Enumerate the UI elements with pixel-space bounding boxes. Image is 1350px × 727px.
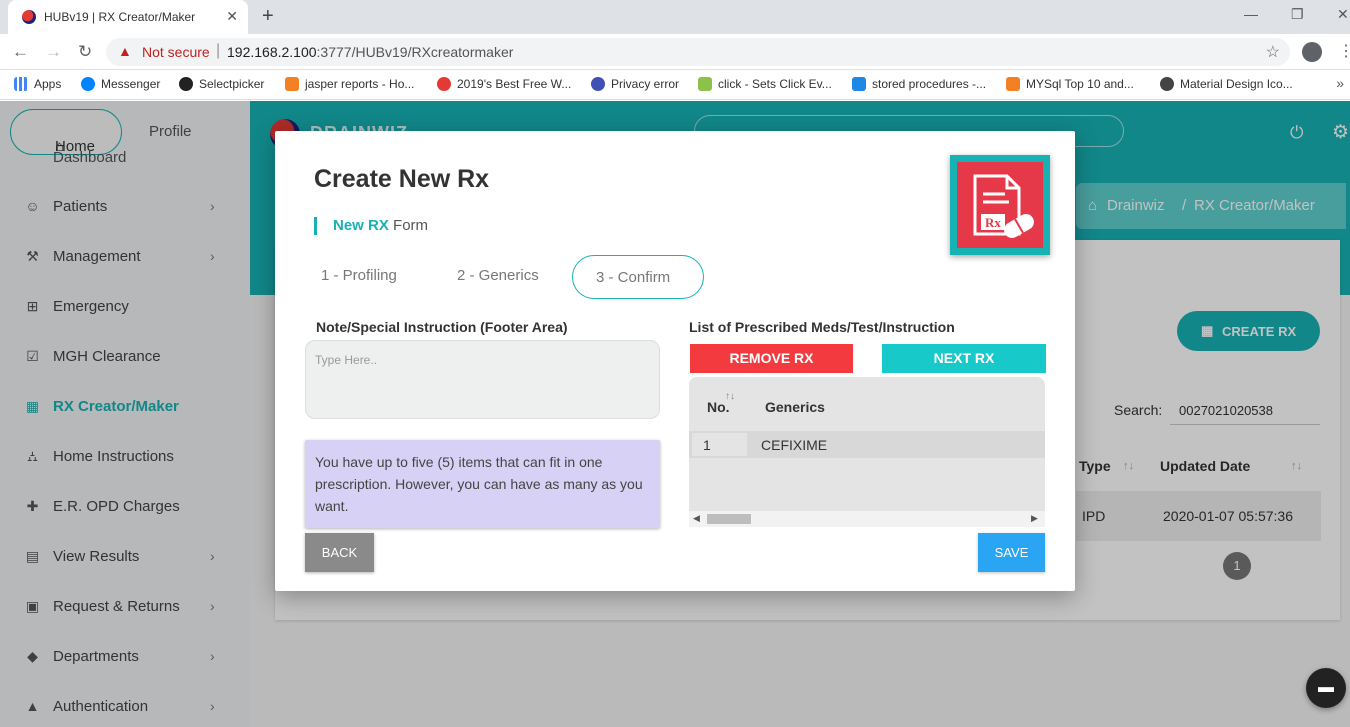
forward-arrow-icon[interactable]: → xyxy=(45,42,62,62)
sort-icon[interactable]: ↑↓ xyxy=(725,391,735,402)
next-rx-button[interactable]: NEXT RX xyxy=(882,344,1046,373)
globe-icon xyxy=(1160,77,1174,91)
step-confirm[interactable]: 3 - Confirm xyxy=(572,255,704,299)
info-message: You have up to five (5) items that can f… xyxy=(305,440,660,528)
click-icon xyxy=(698,77,712,91)
prescribed-list-label: List of Prescribed Meds/Test/Instruction xyxy=(689,319,955,335)
bookmark-item[interactable]: 2019's Best Free W... xyxy=(437,77,571,91)
url-divider: | xyxy=(216,42,221,59)
bookmark-item[interactable]: Privacy error xyxy=(591,77,679,91)
warning-icon: ▲ xyxy=(118,43,132,59)
chat-icon[interactable]: ▬ xyxy=(1306,668,1346,708)
subtitle-accent xyxy=(314,217,317,235)
step-generics[interactable]: 2 - Generics xyxy=(457,267,539,284)
browser-tabstrip: HUBv19 | RX Creator/Maker ✕ + — ❐ ✕ xyxy=(0,0,1350,34)
bookmark-item[interactable]: Selectpicker xyxy=(179,77,264,91)
note-label: Note/Special Instruction (Footer Area) xyxy=(316,319,568,335)
tab-close-icon[interactable]: ✕ xyxy=(226,8,238,25)
bookmarks-bar: Apps Messenger Selectpicker jasper repor… xyxy=(0,70,1350,100)
bookmark-item[interactable]: MYSql Top 10 and... xyxy=(1006,77,1134,91)
not-secure-label[interactable]: Not secure xyxy=(142,44,210,60)
back-arrow-icon[interactable]: ← xyxy=(12,42,29,62)
new-tab-icon[interactable]: + xyxy=(262,5,274,28)
prescription-icon: Rx xyxy=(973,174,1034,238)
window-close-icon[interactable]: ✕ xyxy=(1337,6,1349,23)
bookmark-item[interactable]: Apps xyxy=(14,77,61,91)
reload-icon[interactable]: ↻ xyxy=(78,42,92,62)
browser-tab[interactable]: HUBv19 | RX Creator/Maker ✕ xyxy=(8,0,248,34)
create-rx-modal: Create New Rx Rx New RX Form 1 - Profili… xyxy=(275,131,1075,591)
note-textarea[interactable] xyxy=(305,340,660,419)
more-bookmarks-icon[interactable]: » xyxy=(1336,75,1344,91)
horizontal-scrollbar[interactable]: ◀ ▶ xyxy=(689,511,1045,527)
site-favicon-icon xyxy=(22,10,36,24)
scrollbar-thumb[interactable] xyxy=(707,514,751,524)
remove-rx-button[interactable]: REMOVE RX xyxy=(690,344,853,373)
bookmark-item[interactable]: stored procedures -... xyxy=(852,77,986,91)
save-button[interactable]: SAVE xyxy=(978,533,1045,572)
minimize-icon[interactable]: — xyxy=(1244,6,1258,22)
privacy-icon xyxy=(591,77,605,91)
stackoverflow-icon xyxy=(285,77,299,91)
browser-menu-icon[interactable]: ⋮ xyxy=(1338,42,1350,62)
restore-icon[interactable]: ❐ xyxy=(1291,6,1304,23)
back-button[interactable]: BACK xyxy=(305,533,374,572)
column-header-generics[interactable]: Generics xyxy=(765,399,825,415)
tab-title: HUBv19 | RX Creator/Maker xyxy=(44,10,196,24)
prescribed-table: No. ↑↓ Generics 1 CEFIXIME ◀ ▶ xyxy=(689,377,1045,527)
step-profiling[interactable]: 1 - Profiling xyxy=(321,267,397,284)
form-subtitle: New RX Form xyxy=(333,217,429,234)
scroll-right-icon[interactable]: ▶ xyxy=(1031,513,1038,524)
messenger-icon xyxy=(81,77,95,91)
stackoverflow-icon xyxy=(1006,77,1020,91)
rx-badge-text: Rx xyxy=(985,215,1001,230)
bookmark-star-icon[interactable]: ☆ xyxy=(1266,42,1280,62)
cell-no: 1 xyxy=(692,433,747,456)
browser-profile-icon[interactable] xyxy=(1302,42,1322,62)
bookmark-item[interactable]: jasper reports - Ho... xyxy=(285,77,414,91)
apps-grid-icon xyxy=(14,77,28,91)
selectpicker-icon xyxy=(179,77,193,91)
website-icon xyxy=(437,77,451,91)
scroll-left-icon[interactable]: ◀ xyxy=(693,513,700,524)
url-text: 192.168.2.100:3777/HUBv19/RXcreatormaker xyxy=(227,44,514,60)
address-bar: ← → ↻ ▲ Not secure | 192.168.2.100:3777/… xyxy=(0,34,1350,70)
bookmark-item[interactable]: Messenger xyxy=(81,77,160,91)
rx-badge: Rx xyxy=(950,155,1050,255)
bookmark-item[interactable]: click - Sets Click Ev... xyxy=(698,77,832,91)
url-field[interactable]: ▲ Not secure | 192.168.2.100:3777/HUBv19… xyxy=(106,38,1290,66)
modal-title: Create New Rx xyxy=(314,165,490,193)
bookmark-item[interactable]: Material Design Ico... xyxy=(1160,77,1293,91)
database-icon xyxy=(852,77,866,91)
table-row[interactable]: 1 CEFIXIME xyxy=(689,431,1045,458)
